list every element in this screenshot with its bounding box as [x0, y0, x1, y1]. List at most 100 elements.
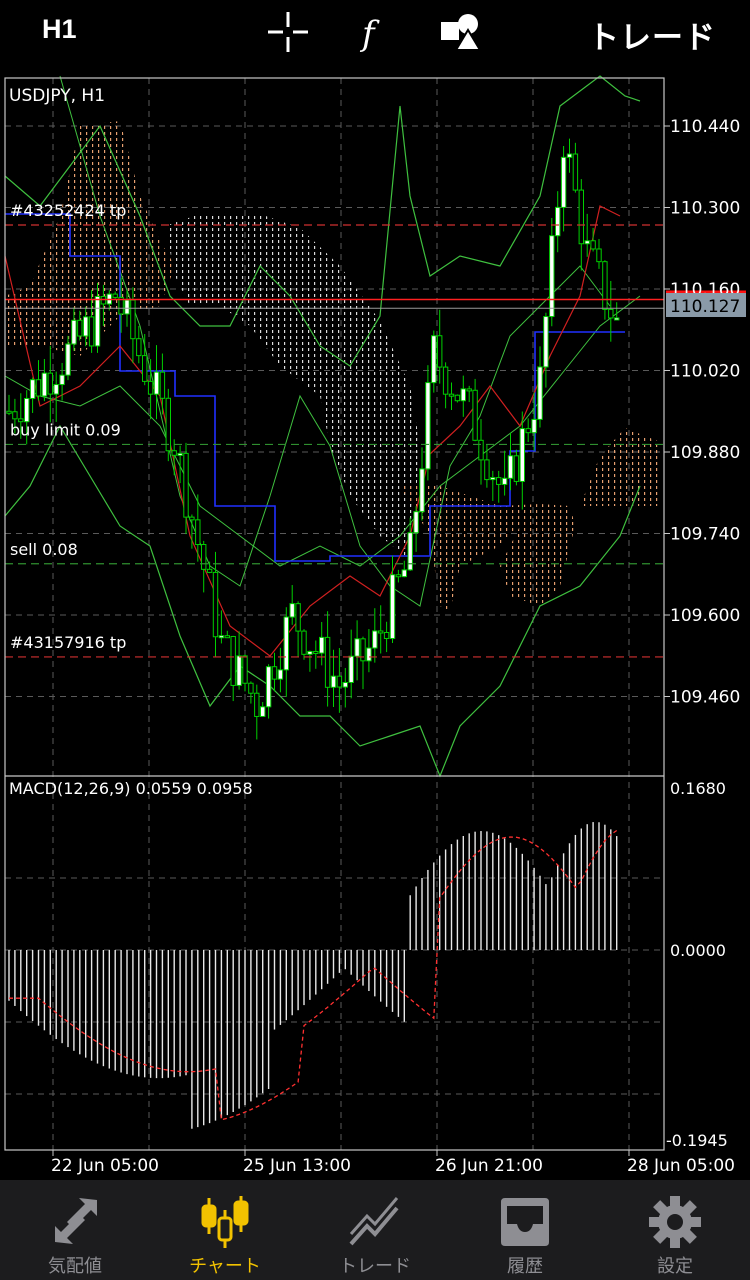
tab-label: 履歴	[507, 1256, 543, 1277]
candle-body	[254, 692, 260, 717]
candle-body	[549, 235, 555, 318]
inbox-icon	[501, 1198, 549, 1246]
price-chart[interactable]: #43252424 tp buy limit 0.09 sell 0.08 #4315…	[0, 66, 750, 1180]
candle-body	[395, 574, 402, 578]
candle-body	[584, 240, 590, 245]
candle-body	[454, 394, 461, 402]
gear-icon	[649, 1196, 701, 1248]
candle-body	[6, 410, 12, 414]
svg-text:f: f	[359, 14, 380, 54]
tab-label: トレード	[339, 1256, 411, 1277]
price-tick-label: 110.020	[670, 362, 740, 382]
cloud-segment	[165, 214, 420, 556]
candle-body	[65, 343, 71, 376]
candle-body	[94, 296, 101, 347]
candlestick-icon	[201, 1196, 249, 1248]
candle-body	[212, 571, 219, 638]
candle-body	[189, 516, 195, 521]
candle-body	[218, 635, 225, 639]
candle-body	[602, 261, 608, 310]
candle-body	[41, 372, 48, 397]
candle-body	[83, 316, 89, 337]
price-tick-label: 109.740	[670, 525, 740, 545]
cloud-segment	[580, 428, 660, 506]
price-tick-label: 110.440	[670, 117, 740, 137]
candle-body	[29, 379, 36, 399]
crosshair-icon[interactable]	[266, 10, 310, 54]
candle-body	[77, 319, 83, 337]
macd-panel	[8, 822, 618, 1129]
candle-body	[572, 153, 579, 191]
candle-body	[260, 706, 266, 717]
candle-body	[183, 452, 189, 518]
candle-body	[507, 455, 514, 479]
candle-body	[555, 206, 561, 237]
candle-body	[165, 397, 172, 452]
candle-body	[543, 316, 549, 368]
order-line-label: sell 0.08	[10, 540, 78, 559]
candle-body	[448, 393, 455, 397]
macd-axis-top: 0.1680	[670, 779, 726, 798]
candle-body	[419, 468, 425, 513]
candle-body	[330, 675, 337, 688]
candle-body	[277, 669, 284, 680]
time-tick-label: 25 Jun 13:00	[243, 1156, 351, 1176]
candle-body	[289, 603, 295, 618]
candle-body	[472, 389, 478, 441]
candle-body	[578, 189, 584, 245]
timeframe-button[interactable]: H1	[42, 14, 77, 45]
candle-body	[100, 296, 107, 305]
tab-quotes[interactable]: 気配値	[0, 1180, 150, 1280]
quotes-arrows-icon	[55, 1198, 97, 1244]
macd-axis-zero: 0.0000	[670, 941, 726, 960]
candle-body	[354, 638, 360, 657]
candle-body	[389, 574, 396, 639]
candle-body	[608, 308, 614, 319]
candle-body	[531, 418, 537, 434]
candle-body	[12, 411, 18, 420]
candle-body	[496, 477, 502, 485]
tab-chart[interactable]: チャート	[150, 1180, 300, 1280]
candle-body	[47, 372, 53, 395]
candle-body	[501, 477, 508, 485]
candle-body	[59, 374, 65, 386]
time-tick-label: 26 Jun 21:00	[435, 1156, 543, 1176]
trade-button[interactable]: トレード	[588, 12, 716, 57]
candle-body	[466, 388, 472, 392]
bottom-tab-bar: 気配値 チャート トレード 履歴 設定	[0, 1180, 750, 1280]
tab-history[interactable]: 履歴	[450, 1180, 600, 1280]
candle-body	[313, 650, 319, 654]
candle-body	[348, 655, 354, 683]
candle-body	[596, 248, 602, 263]
tab-trade[interactable]: トレード	[300, 1180, 450, 1280]
candle-body	[147, 380, 154, 395]
candle-body	[159, 371, 166, 399]
candle-body	[525, 428, 531, 434]
candle-body	[24, 397, 30, 423]
candle-body	[372, 630, 378, 649]
candle-body	[283, 616, 290, 671]
current-price-tag: 110.127	[666, 293, 746, 317]
candle-body	[401, 569, 408, 578]
candle-body	[236, 655, 242, 686]
candle-body	[342, 681, 349, 688]
candle-body	[201, 544, 207, 570]
candle-body	[301, 630, 307, 655]
candle-body	[230, 635, 236, 686]
time-tick-label: 28 Jun 05:00	[627, 1156, 735, 1176]
time-axis: 22 Jun 05:00 25 Jun 13:00 26 Jun 21:00 28 J…	[51, 1150, 735, 1176]
function-icon[interactable]: f	[352, 10, 396, 54]
shapes-icon[interactable]	[438, 10, 482, 54]
candle-body	[319, 636, 325, 654]
candle-body	[413, 511, 419, 534]
price-tick-label: 109.600	[670, 606, 740, 626]
candle-body	[513, 455, 520, 482]
tab-settings[interactable]: 設定	[600, 1180, 750, 1280]
candle-body	[437, 335, 443, 368]
price-axis: 110.440110.300110.160110.020109.880109.7…	[664, 117, 740, 708]
candle-body	[336, 675, 343, 688]
candle-body	[431, 335, 437, 384]
candle-body	[112, 293, 118, 298]
order-line-label: #43157916 tp	[10, 633, 126, 652]
candle-body	[53, 384, 59, 395]
